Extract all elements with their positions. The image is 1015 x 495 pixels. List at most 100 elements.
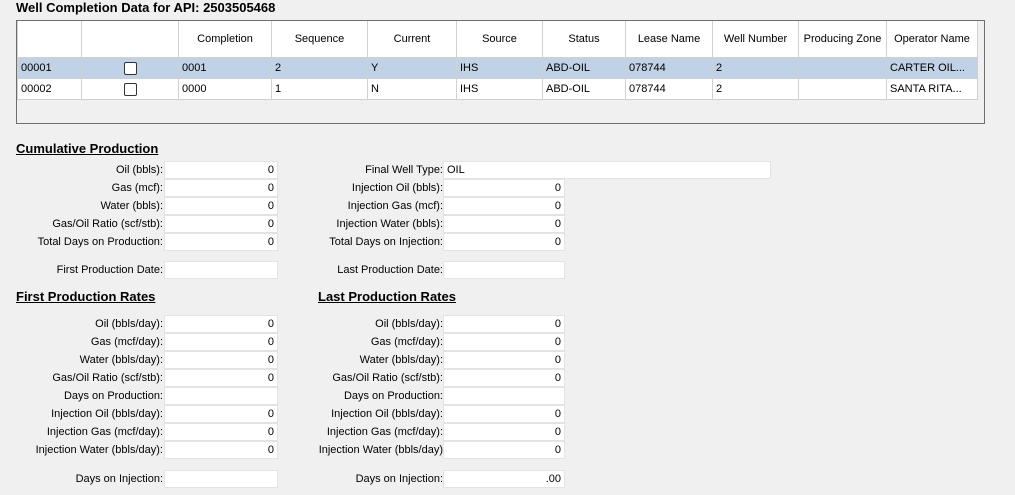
cell-current[interactable]: N [367, 78, 457, 100]
cum-gas-label: Gas (mcf): [111, 182, 163, 194]
cell-well-number[interactable]: 2 [712, 57, 799, 79]
cum-gor-field[interactable]: 0 [164, 215, 278, 233]
last-days-injection-label: Days on Injection: [355, 473, 443, 485]
cum-oil-label: Oil (bbls): [115, 164, 163, 176]
row-checkbox[interactable] [81, 78, 179, 100]
inj-water-field[interactable]: 0 [443, 215, 565, 233]
completion-grid[interactable]: Completion Sequence Current Source Statu… [16, 20, 985, 124]
cell-sequence[interactable]: 2 [271, 57, 368, 79]
inj-oil-label: Injection Oil (bbls): [351, 182, 443, 194]
final-well-type-field[interactable]: OIL [443, 161, 771, 179]
cum-water-field[interactable]: 0 [164, 197, 278, 215]
cell-source[interactable]: IHS [456, 57, 543, 79]
col-header-source[interactable]: Source [456, 21, 543, 58]
col-header-current[interactable]: Current [367, 21, 457, 58]
inj-gas-field[interactable]: 0 [443, 197, 565, 215]
inj-gas-label: Injection Gas (mcf): [347, 200, 443, 212]
last-production-date-label: Last Production Date: [337, 264, 443, 276]
last-gas-label: Gas (mcf/day): [370, 336, 443, 348]
last-days-production-label: Days on Production: [343, 390, 443, 402]
completion-table: Completion Sequence Current Source Statu… [17, 21, 978, 100]
last-days-production-field[interactable] [443, 387, 565, 405]
last-oil-field[interactable]: 0 [443, 315, 565, 333]
last-inj-water-label: Injection Water (bbls/day) [318, 444, 443, 456]
cell-producing-zone[interactable] [798, 57, 887, 79]
cum-days-production-field[interactable]: 0 [164, 233, 278, 251]
cell-source[interactable]: IHS [456, 78, 543, 100]
cell-operator-name[interactable]: SANTA RITA... [886, 78, 978, 100]
first-production-date-label: First Production Date: [56, 264, 163, 276]
first-days-production-label: Days on Production: [63, 390, 163, 402]
last-inj-water-field[interactable]: 0 [443, 441, 565, 459]
col-header-well-number[interactable]: Well Number [712, 21, 799, 58]
checkbox-icon[interactable] [123, 82, 137, 96]
cell-status[interactable]: ABD-OIL [542, 57, 626, 79]
last-water-field[interactable]: 0 [443, 351, 565, 369]
cell-status[interactable]: ABD-OIL [542, 78, 626, 100]
first-production-rates-heading: First Production Rates [16, 289, 156, 304]
cell-completion[interactable]: 0001 [178, 57, 272, 79]
last-oil-label: Oil (bbls/day): [375, 318, 443, 330]
last-inj-gas-field[interactable]: 0 [443, 423, 565, 441]
row-header-corner [17, 21, 82, 58]
inj-oil-field[interactable]: 0 [443, 179, 565, 197]
cum-oil-field[interactable]: 0 [164, 161, 278, 179]
first-inj-water-field[interactable]: 0 [164, 441, 278, 459]
first-gor-field[interactable]: 0 [164, 369, 278, 387]
checkbox-column-header [81, 21, 179, 58]
table-row[interactable]: 00002 0000 1 N IHS ABD-OIL 078744 2 SANT… [17, 78, 978, 100]
page-title: Well Completion Data for API: 2503505468 [16, 0, 276, 15]
first-inj-water-label: Injection Water (bbls/day): [35, 444, 163, 456]
first-inj-oil-label: Injection Oil (bbls/day): [51, 408, 163, 420]
first-inj-oil-field[interactable]: 0 [164, 405, 278, 423]
col-header-operator-name[interactable]: Operator Name [886, 21, 978, 58]
first-inj-gas-label: Injection Gas (mcf/day): [46, 426, 163, 438]
last-gor-field[interactable]: 0 [443, 369, 565, 387]
first-oil-field[interactable]: 0 [164, 315, 278, 333]
first-production-date-field[interactable] [164, 261, 278, 279]
first-inj-gas-field[interactable]: 0 [164, 423, 278, 441]
first-days-injection-label: Days on Injection: [75, 473, 163, 485]
last-gor-label: Gas/Oil Ratio (scf/stb): [332, 372, 443, 384]
cumulative-production-heading: Cumulative Production [16, 141, 159, 156]
col-header-sequence[interactable]: Sequence [271, 21, 368, 58]
table-row[interactable]: 00001 0001 2 Y IHS ABD-OIL 078744 2 CART… [17, 57, 978, 79]
col-header-status[interactable]: Status [542, 21, 626, 58]
first-gas-label: Gas (mcf/day): [90, 336, 163, 348]
inj-water-label: Injection Water (bbls): [336, 218, 443, 230]
cell-current[interactable]: Y [367, 57, 457, 79]
col-header-lease-name[interactable]: Lease Name [625, 21, 713, 58]
cell-lease-name[interactable]: 078744 [625, 57, 713, 79]
first-water-label: Water (bbls/day): [79, 354, 163, 366]
cell-lease-name[interactable]: 078744 [625, 78, 713, 100]
row-id[interactable]: 00001 [17, 57, 82, 79]
cell-well-number[interactable]: 2 [712, 78, 799, 100]
days-injection-field[interactable]: 0 [443, 233, 565, 251]
first-days-production-field[interactable] [164, 387, 278, 405]
first-gor-label: Gas/Oil Ratio (scf/stb): [52, 372, 163, 384]
col-header-completion[interactable]: Completion [178, 21, 272, 58]
first-days-injection-field[interactable] [164, 470, 278, 488]
last-gas-field[interactable]: 0 [443, 333, 565, 351]
row-checkbox[interactable] [81, 57, 179, 79]
last-production-date-field[interactable] [443, 261, 565, 279]
header-row: Completion Sequence Current Source Statu… [17, 21, 978, 58]
cell-sequence[interactable]: 1 [271, 78, 368, 100]
cell-producing-zone[interactable] [798, 78, 887, 100]
last-inj-oil-label: Injection Oil (bbls/day): [331, 408, 443, 420]
cum-gas-field[interactable]: 0 [164, 179, 278, 197]
cum-gor-label: Gas/Oil Ratio (scf/stb): [52, 218, 163, 230]
row-id[interactable]: 00002 [17, 78, 82, 100]
checkbox-icon[interactable] [123, 61, 137, 75]
col-header-producing-zone[interactable]: Producing Zone [798, 21, 887, 58]
cum-water-label: Water (bbls): [100, 200, 163, 212]
cell-operator-name[interactable]: CARTER OIL... [886, 57, 978, 79]
last-water-label: Water (bbls/day): [359, 354, 443, 366]
first-water-field[interactable]: 0 [164, 351, 278, 369]
first-oil-label: Oil (bbls/day): [95, 318, 163, 330]
cell-completion[interactable]: 0000 [178, 78, 272, 100]
last-days-injection-field[interactable]: .00 [443, 470, 565, 488]
first-gas-field[interactable]: 0 [164, 333, 278, 351]
final-well-type-label: Final Well Type: [365, 164, 443, 176]
last-inj-oil-field[interactable]: 0 [443, 405, 565, 423]
